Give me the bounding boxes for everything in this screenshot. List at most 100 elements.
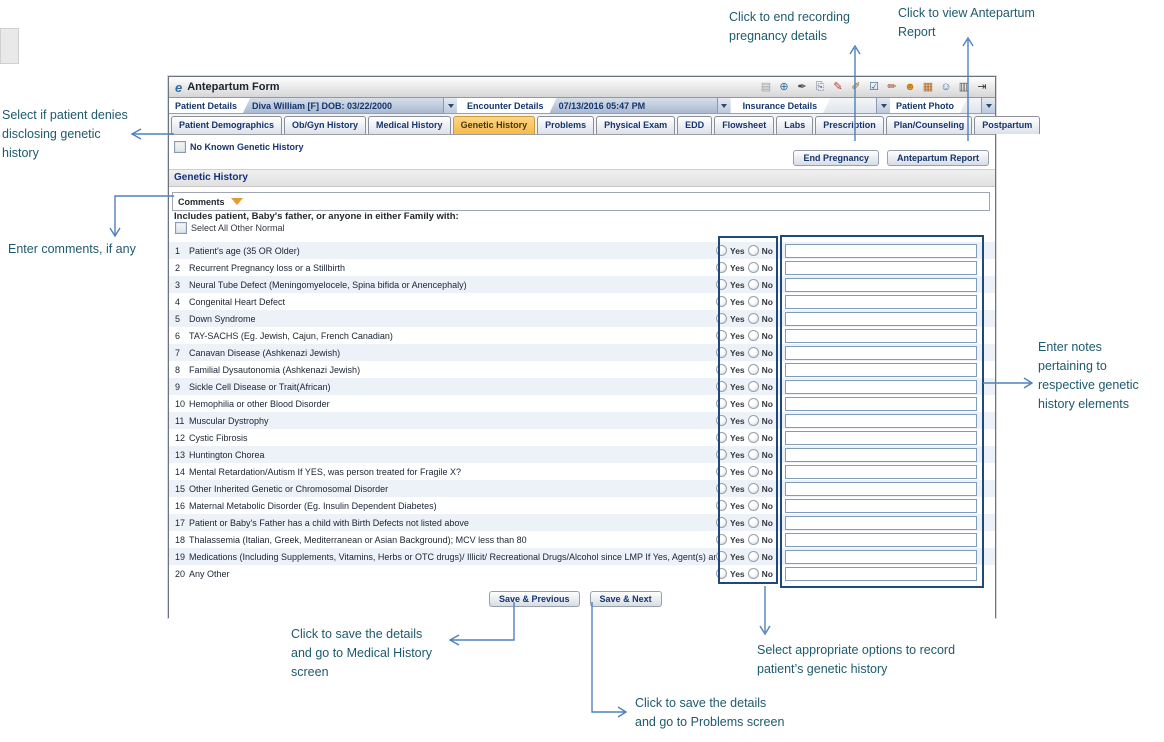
- tab-medical-history[interactable]: Medical History: [368, 116, 451, 134]
- yes-radio[interactable]: [716, 330, 727, 341]
- save-previous-button[interactable]: Save & Previous: [489, 591, 580, 607]
- row-note-input[interactable]: [785, 397, 977, 411]
- no-radio[interactable]: [748, 245, 759, 256]
- no-radio[interactable]: [748, 313, 759, 324]
- people-icon[interactable]: ☻: [903, 80, 917, 94]
- no-radio[interactable]: [748, 483, 759, 494]
- patient-photo-dropdown-icon[interactable]: [981, 98, 995, 113]
- yes-radio[interactable]: [716, 398, 727, 409]
- tab-plan-counseling[interactable]: Plan/Counseling: [886, 116, 973, 134]
- row-note-input[interactable]: [785, 465, 977, 479]
- no-radio[interactable]: [748, 551, 759, 562]
- yes-radio[interactable]: [716, 483, 727, 494]
- no-radio[interactable]: [748, 364, 759, 375]
- patient-details-dropdown-icon[interactable]: [443, 98, 457, 113]
- no-radio[interactable]: [748, 449, 759, 460]
- row-note-input[interactable]: [785, 414, 977, 428]
- row-note-input[interactable]: [785, 312, 977, 326]
- patient-photo-value[interactable]: [960, 98, 995, 113]
- yes-radio[interactable]: [716, 296, 727, 307]
- no-radio[interactable]: [748, 262, 759, 273]
- yes-radio[interactable]: [716, 449, 727, 460]
- row-note-input[interactable]: [785, 567, 977, 581]
- row-note-input[interactable]: [785, 533, 977, 547]
- encounter-details-value[interactable]: 07/13/2016 05:47 PM: [550, 98, 731, 113]
- row-note-input[interactable]: [785, 329, 977, 343]
- red-pen-icon[interactable]: ✎: [831, 80, 845, 94]
- encounter-details-dropdown-icon[interactable]: [717, 98, 731, 113]
- order-check-icon[interactable]: ☑: [867, 80, 881, 94]
- select-all-other-normal-checkbox[interactable]: [175, 222, 187, 234]
- yes-radio[interactable]: [716, 466, 727, 477]
- tab-prescription[interactable]: Prescription: [815, 116, 884, 134]
- tab-physical-exam[interactable]: Physical Exam: [596, 116, 675, 134]
- yes-radio[interactable]: [716, 568, 727, 579]
- row-note-input[interactable]: [785, 261, 977, 275]
- patient-details-value[interactable]: Diva William [F] DOB: 03/22/2000: [243, 98, 457, 113]
- tab-flowsheet[interactable]: Flowsheet: [714, 116, 774, 134]
- yes-radio[interactable]: [716, 347, 727, 358]
- tab-labs[interactable]: Labs: [776, 116, 813, 134]
- yes-radio[interactable]: [716, 432, 727, 443]
- comments-expand-icon[interactable]: [231, 198, 243, 205]
- row-note-input[interactable]: [785, 499, 977, 513]
- row-note-input[interactable]: [785, 482, 977, 496]
- no-radio[interactable]: [748, 347, 759, 358]
- calculator-icon[interactable]: ▥: [957, 80, 971, 94]
- row-note-input[interactable]: [785, 431, 977, 445]
- yes-radio[interactable]: [716, 517, 727, 528]
- signature-pen-icon[interactable]: ✒: [795, 80, 809, 94]
- yes-radio[interactable]: [716, 415, 727, 426]
- no-radio[interactable]: [748, 432, 759, 443]
- yes-radio[interactable]: [716, 551, 727, 562]
- no-radio[interactable]: [748, 517, 759, 528]
- edit-note-icon[interactable]: ✏: [885, 80, 899, 94]
- exit-icon[interactable]: ⇥: [975, 80, 989, 94]
- save-next-button[interactable]: Save & Next: [590, 591, 662, 607]
- yes-radio[interactable]: [716, 534, 727, 545]
- note-icon[interactable]: ▤: [759, 80, 773, 94]
- no-radio[interactable]: [748, 279, 759, 290]
- insurance-details-dropdown-icon[interactable]: [876, 98, 890, 113]
- row-note-input[interactable]: [785, 550, 977, 564]
- no-known-genetic-history-checkbox[interactable]: [174, 141, 186, 153]
- patient-icon[interactable]: ☺: [939, 80, 953, 94]
- calendar-icon[interactable]: ▦: [921, 80, 935, 94]
- no-radio[interactable]: [748, 296, 759, 307]
- yes-radio[interactable]: [716, 313, 727, 324]
- meaningful-use-globe-icon[interactable]: ⊕: [777, 80, 791, 94]
- no-radio[interactable]: [748, 330, 759, 341]
- no-radio[interactable]: [748, 500, 759, 511]
- row-note-input[interactable]: [785, 278, 977, 292]
- no-radio[interactable]: [748, 534, 759, 545]
- yes-radio[interactable]: [716, 381, 727, 392]
- yes-radio[interactable]: [716, 500, 727, 511]
- antepartum-report-button[interactable]: Antepartum Report: [887, 150, 989, 166]
- row-note-input[interactable]: [785, 516, 977, 530]
- no-radio[interactable]: [748, 466, 759, 477]
- tab-problems[interactable]: Problems: [537, 116, 594, 134]
- tab-patient-demographics[interactable]: Patient Demographics: [171, 116, 282, 134]
- no-radio[interactable]: [748, 381, 759, 392]
- no-radio[interactable]: [748, 568, 759, 579]
- yes-radio[interactable]: [716, 364, 727, 375]
- row-note-input[interactable]: [785, 363, 977, 377]
- end-pregnancy-button[interactable]: End Pregnancy: [793, 150, 879, 166]
- yes-radio[interactable]: [716, 262, 727, 273]
- yes-radio[interactable]: [716, 245, 727, 256]
- copy-forward-icon[interactable]: ⎘: [813, 80, 827, 94]
- tab-edd[interactable]: EDD: [677, 116, 712, 134]
- row-note-input[interactable]: [785, 448, 977, 462]
- row-note-input[interactable]: [785, 346, 977, 360]
- yes-radio[interactable]: [716, 279, 727, 290]
- pencil-icon[interactable]: ✐: [849, 80, 863, 94]
- tab-postpartum[interactable]: Postpartum: [974, 116, 1040, 134]
- tab-genetic-history[interactable]: Genetic History: [453, 116, 536, 134]
- row-note-input[interactable]: [785, 295, 977, 309]
- row-note-input[interactable]: [785, 244, 977, 258]
- tab-ob-gyn-history[interactable]: Ob/Gyn History: [284, 116, 366, 134]
- row-note-input[interactable]: [785, 380, 977, 394]
- no-radio[interactable]: [748, 415, 759, 426]
- no-radio[interactable]: [748, 398, 759, 409]
- insurance-details-value[interactable]: [823, 98, 890, 113]
